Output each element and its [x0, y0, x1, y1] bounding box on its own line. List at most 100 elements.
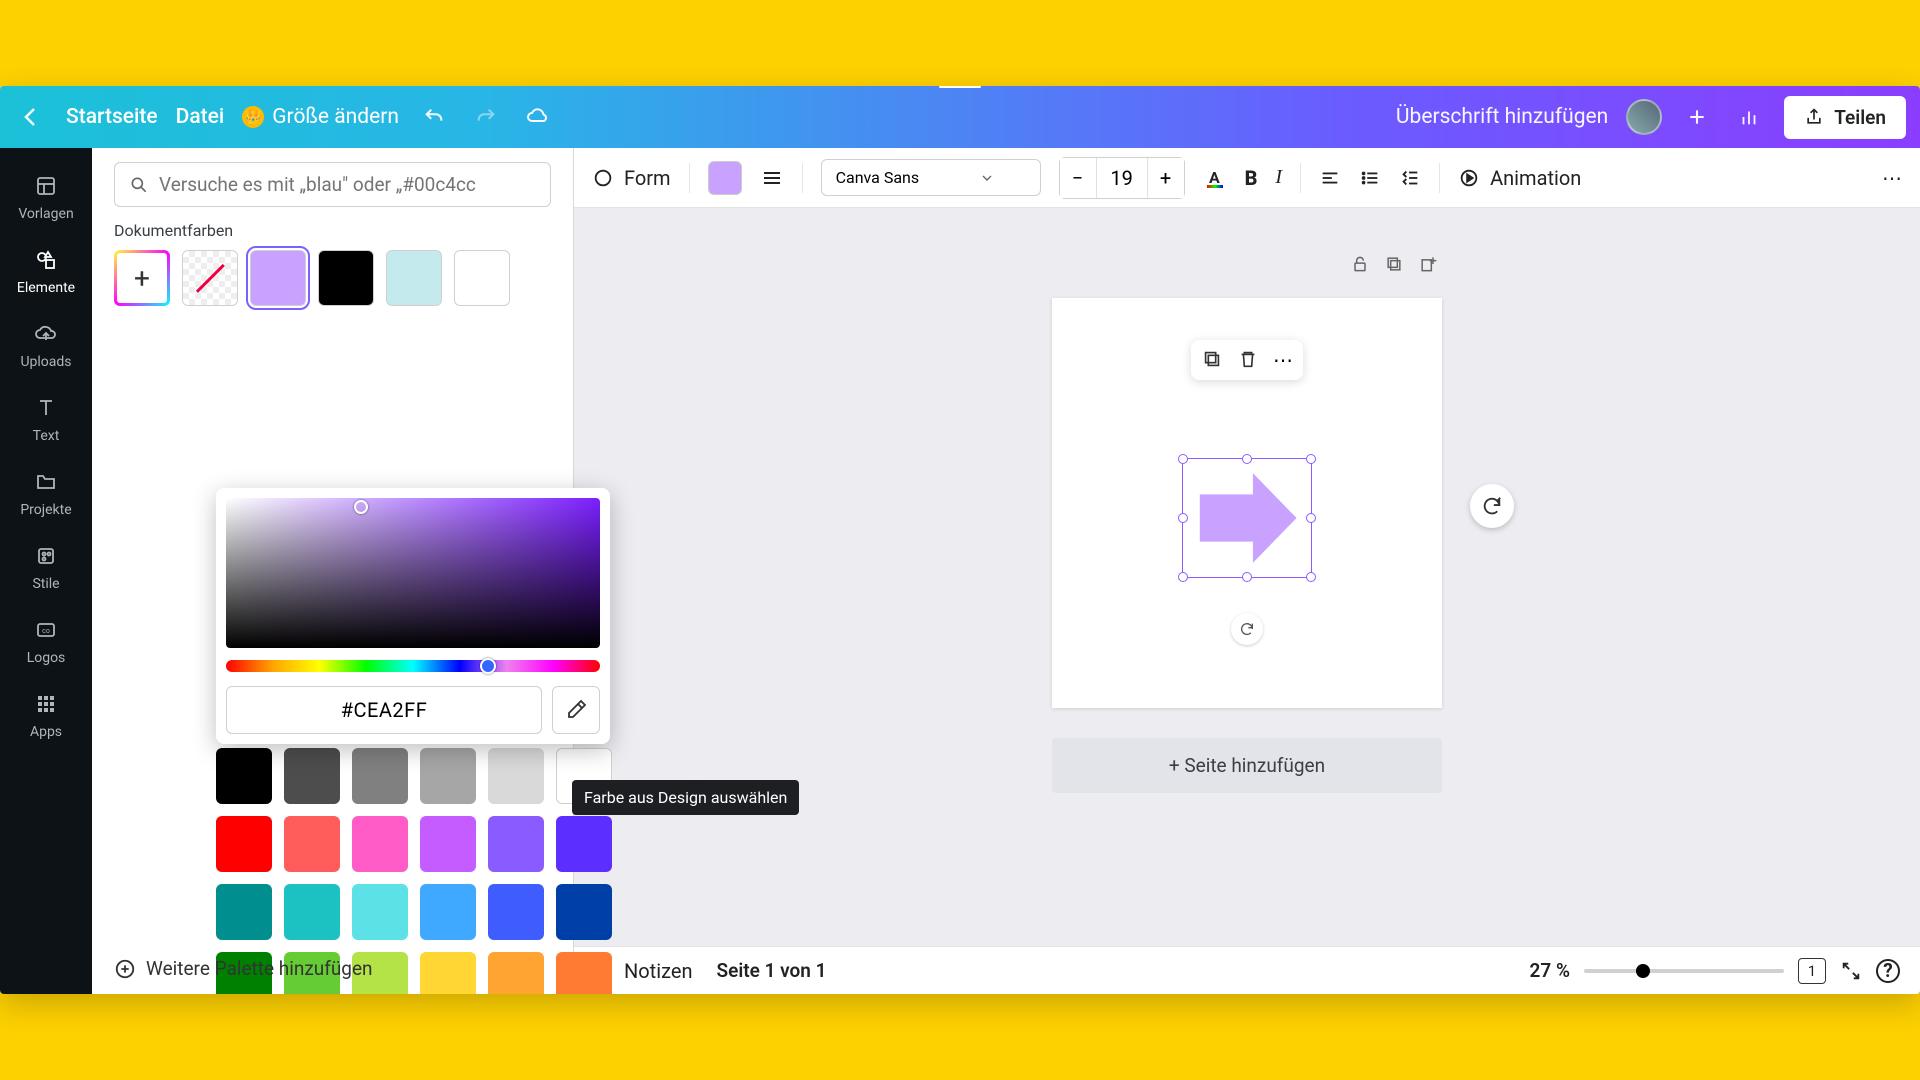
spacing-button[interactable]	[1399, 167, 1421, 189]
share-button[interactable]: Teilen	[1784, 96, 1906, 139]
default-swatch[interactable]	[352, 748, 408, 804]
rail-uploads[interactable]: Uploads	[0, 308, 92, 382]
page-count-badge[interactable]: 1	[1798, 958, 1826, 984]
page-indicator: Seite 1 von 1	[717, 959, 827, 982]
help-button[interactable]: ?	[1876, 959, 1900, 983]
rail-styles[interactable]: Stile	[0, 530, 92, 604]
fullscreen-button[interactable]	[1840, 960, 1862, 982]
default-swatch[interactable]	[216, 748, 272, 804]
more-button[interactable]: ⋯	[1882, 166, 1902, 190]
rail-text[interactable]: Text	[0, 382, 92, 456]
arrow-shape	[1183, 459, 1311, 577]
default-swatch[interactable]	[352, 884, 408, 940]
color-search[interactable]	[114, 162, 551, 207]
swatch[interactable]	[454, 250, 510, 306]
resize-handle[interactable]	[1306, 572, 1316, 582]
increase-size[interactable]: +	[1148, 158, 1184, 198]
italic-button[interactable]: I	[1275, 166, 1282, 189]
text-color-button[interactable]: A	[1203, 166, 1227, 190]
eyedropper-button[interactable]	[552, 686, 600, 734]
hue-slider[interactable]	[226, 660, 600, 672]
undo-button[interactable]	[417, 100, 451, 134]
rail-apps[interactable]: Apps	[0, 678, 92, 752]
refresh-icon	[1481, 495, 1503, 517]
default-swatch[interactable]	[488, 952, 544, 994]
zoom-slider[interactable]	[1584, 969, 1784, 973]
default-swatch[interactable]	[420, 816, 476, 872]
lock-icon[interactable]	[1350, 254, 1370, 274]
swatch[interactable]	[318, 250, 374, 306]
fill-color-chip[interactable]	[708, 161, 742, 195]
resize-handle[interactable]	[1306, 454, 1316, 464]
duplicate-icon[interactable]	[1201, 348, 1223, 372]
saturation-value-area[interactable]	[226, 498, 600, 648]
default-swatch[interactable]	[488, 816, 544, 872]
trash-icon[interactable]	[1237, 348, 1259, 372]
default-swatch[interactable]	[216, 816, 272, 872]
crown-icon: 👑	[242, 106, 264, 128]
doc-title[interactable]: Überschrift hinzufügen	[1396, 105, 1608, 129]
resize-handle[interactable]	[1178, 572, 1188, 582]
default-swatch[interactable]	[488, 884, 544, 940]
default-swatch[interactable]	[284, 816, 340, 872]
default-swatch[interactable]	[556, 952, 612, 994]
redo-button[interactable]	[469, 100, 503, 134]
swatch[interactable]	[250, 250, 306, 306]
rail-logos[interactable]: coLogos	[0, 604, 92, 678]
decrease-size[interactable]: −	[1060, 158, 1096, 198]
search-input[interactable]	[159, 173, 536, 196]
add-member-button[interactable]	[1680, 100, 1714, 134]
page-tray-toggle[interactable]	[939, 86, 981, 88]
transparent-swatch[interactable]	[182, 250, 238, 306]
list-button[interactable]	[1359, 167, 1381, 189]
rotate-handle[interactable]	[1231, 613, 1263, 645]
resize-handle[interactable]	[1242, 572, 1252, 582]
cloud-sync-icon[interactable]	[521, 100, 555, 134]
default-swatch[interactable]	[216, 884, 272, 940]
file-menu[interactable]: Datei	[176, 105, 225, 129]
page[interactable]: ⋯	[1052, 298, 1442, 708]
selected-shape[interactable]	[1182, 458, 1312, 578]
default-swatch[interactable]	[284, 884, 340, 940]
default-swatch[interactable]	[420, 748, 476, 804]
form-button[interactable]: Form	[592, 166, 671, 190]
default-swatch[interactable]	[488, 748, 544, 804]
canvas[interactable]: ⋯ + Seite	[574, 208, 1920, 946]
resize-handle[interactable]	[1178, 454, 1188, 464]
resize-handle[interactable]	[1178, 513, 1188, 523]
chart-icon[interactable]	[1732, 100, 1766, 134]
animation-button[interactable]: Animation	[1458, 166, 1581, 190]
sv-thumb[interactable]	[354, 500, 368, 514]
bold-button[interactable]: B	[1245, 166, 1258, 190]
default-swatch[interactable]	[420, 952, 476, 994]
default-swatch[interactable]	[284, 748, 340, 804]
resize-handle[interactable]	[1306, 513, 1316, 523]
hex-input[interactable]	[226, 686, 542, 734]
add-page-button[interactable]: + Seite hinzufügen	[1052, 738, 1442, 793]
rail-elements[interactable]: Elemente	[0, 234, 92, 308]
resize-handle[interactable]	[1242, 454, 1252, 464]
swatch[interactable]	[386, 250, 442, 306]
add-palette-button[interactable]: Weitere Palette hinzufügen	[114, 957, 373, 980]
share-label: Teilen	[1834, 106, 1886, 129]
home-link[interactable]: Startseite	[66, 105, 158, 129]
add-page-icon[interactable]	[1418, 254, 1438, 274]
back-button[interactable]	[14, 100, 48, 134]
border-style-button[interactable]	[760, 166, 784, 190]
default-swatch[interactable]	[420, 884, 476, 940]
duplicate-page-icon[interactable]	[1384, 254, 1404, 274]
font-select[interactable]: Canva Sans	[821, 159, 1041, 196]
rail-templates[interactable]: Vorlagen	[0, 160, 92, 234]
rail-projects[interactable]: Projekte	[0, 456, 92, 530]
hue-thumb[interactable]	[480, 658, 496, 674]
refresh-button[interactable]	[1470, 484, 1514, 528]
more-icon[interactable]: ⋯	[1273, 348, 1293, 372]
font-size-input[interactable]	[1096, 158, 1148, 198]
zoom-thumb[interactable]	[1636, 964, 1650, 978]
align-button[interactable]	[1319, 167, 1341, 189]
resize-menu[interactable]: 👑 Größe ändern	[242, 105, 399, 129]
default-swatch[interactable]	[352, 816, 408, 872]
add-color-swatch[interactable]: +	[114, 250, 170, 306]
zoom-value: 27 %	[1530, 959, 1570, 982]
avatar[interactable]	[1626, 99, 1662, 135]
